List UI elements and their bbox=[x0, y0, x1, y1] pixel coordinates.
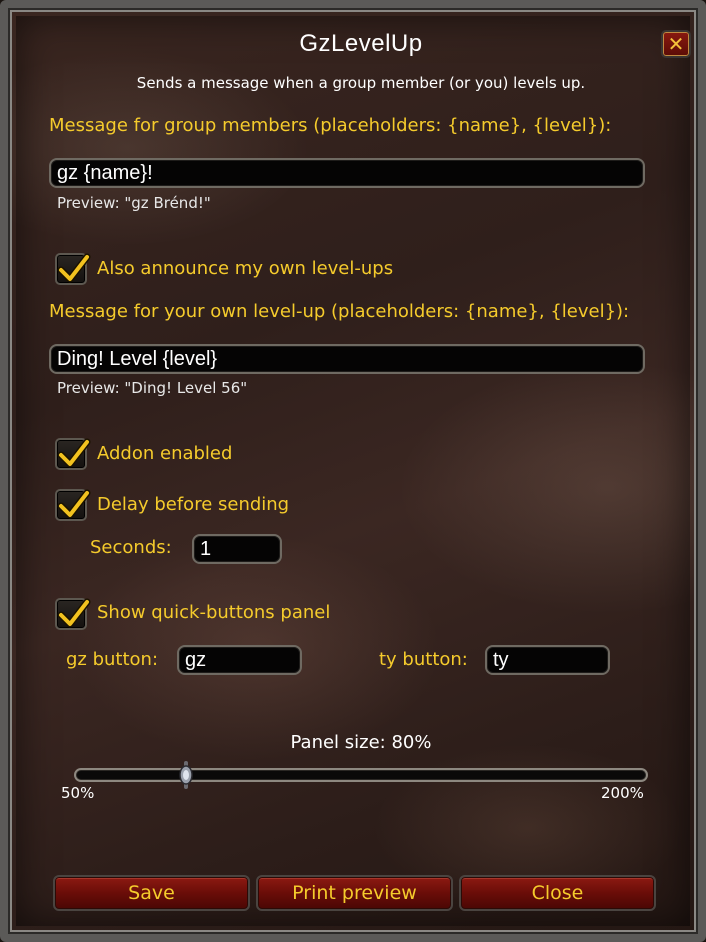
close-button[interactable]: Close bbox=[459, 875, 656, 911]
delay-checkbox[interactable] bbox=[55, 489, 91, 521]
gz-button-label: gz button: bbox=[66, 649, 159, 670]
gz-button-input[interactable]: gz bbox=[177, 645, 302, 675]
options-window: GzLevelUp ✕ Sends a message when a group… bbox=[0, 0, 706, 942]
checkmark-icon bbox=[57, 253, 91, 283]
slider-max-label: 200% bbox=[601, 784, 644, 802]
group-message-label: Message for group members (placeholders:… bbox=[49, 115, 612, 136]
panel-size-slider[interactable] bbox=[74, 768, 648, 782]
close-icon: ✕ bbox=[667, 32, 685, 56]
seconds-label: Seconds: bbox=[90, 537, 172, 558]
seconds-input[interactable]: 1 bbox=[192, 534, 282, 564]
window-title: GzLevelUp bbox=[299, 30, 423, 57]
window-vignette bbox=[16, 16, 690, 926]
group-message-preview: Preview: "gz Brénd!" bbox=[57, 194, 211, 212]
own-announce-checkbox[interactable] bbox=[55, 253, 91, 285]
addon-enabled-label: Addon enabled bbox=[97, 443, 233, 464]
quick-buttons-checkbox[interactable] bbox=[55, 598, 91, 630]
save-button[interactable]: Save bbox=[53, 875, 250, 911]
checkmark-icon bbox=[57, 598, 91, 628]
print-preview-button[interactable]: Print preview bbox=[256, 875, 453, 911]
delay-label: Delay before sending bbox=[97, 494, 290, 515]
window-subtitle: Sends a message when a group member (or … bbox=[136, 74, 586, 92]
own-announce-label: Also announce my own level-ups bbox=[97, 258, 394, 279]
quick-buttons-label: Show quick-buttons panel bbox=[97, 602, 331, 623]
ty-button-label: ty button: bbox=[379, 649, 468, 670]
slider-thumb-icon bbox=[178, 761, 193, 789]
own-message-label: Message for your own level-up (placehold… bbox=[49, 301, 630, 322]
own-message-input[interactable]: Ding! Level {level} bbox=[49, 344, 645, 374]
panel-size-label: Panel size: 80% bbox=[290, 732, 432, 753]
ty-button-input[interactable]: ty bbox=[485, 645, 610, 675]
group-message-input[interactable]: gz {name}! bbox=[49, 158, 645, 188]
slider-min-label: 50% bbox=[61, 784, 95, 802]
checkmark-icon bbox=[57, 438, 91, 468]
own-message-preview: Preview: "Ding! Level 56" bbox=[57, 379, 248, 397]
slider-thumb[interactable] bbox=[178, 761, 193, 789]
checkmark-icon bbox=[57, 489, 91, 519]
addon-enabled-checkbox[interactable] bbox=[55, 438, 91, 470]
close-window-button[interactable]: ✕ bbox=[661, 30, 691, 58]
